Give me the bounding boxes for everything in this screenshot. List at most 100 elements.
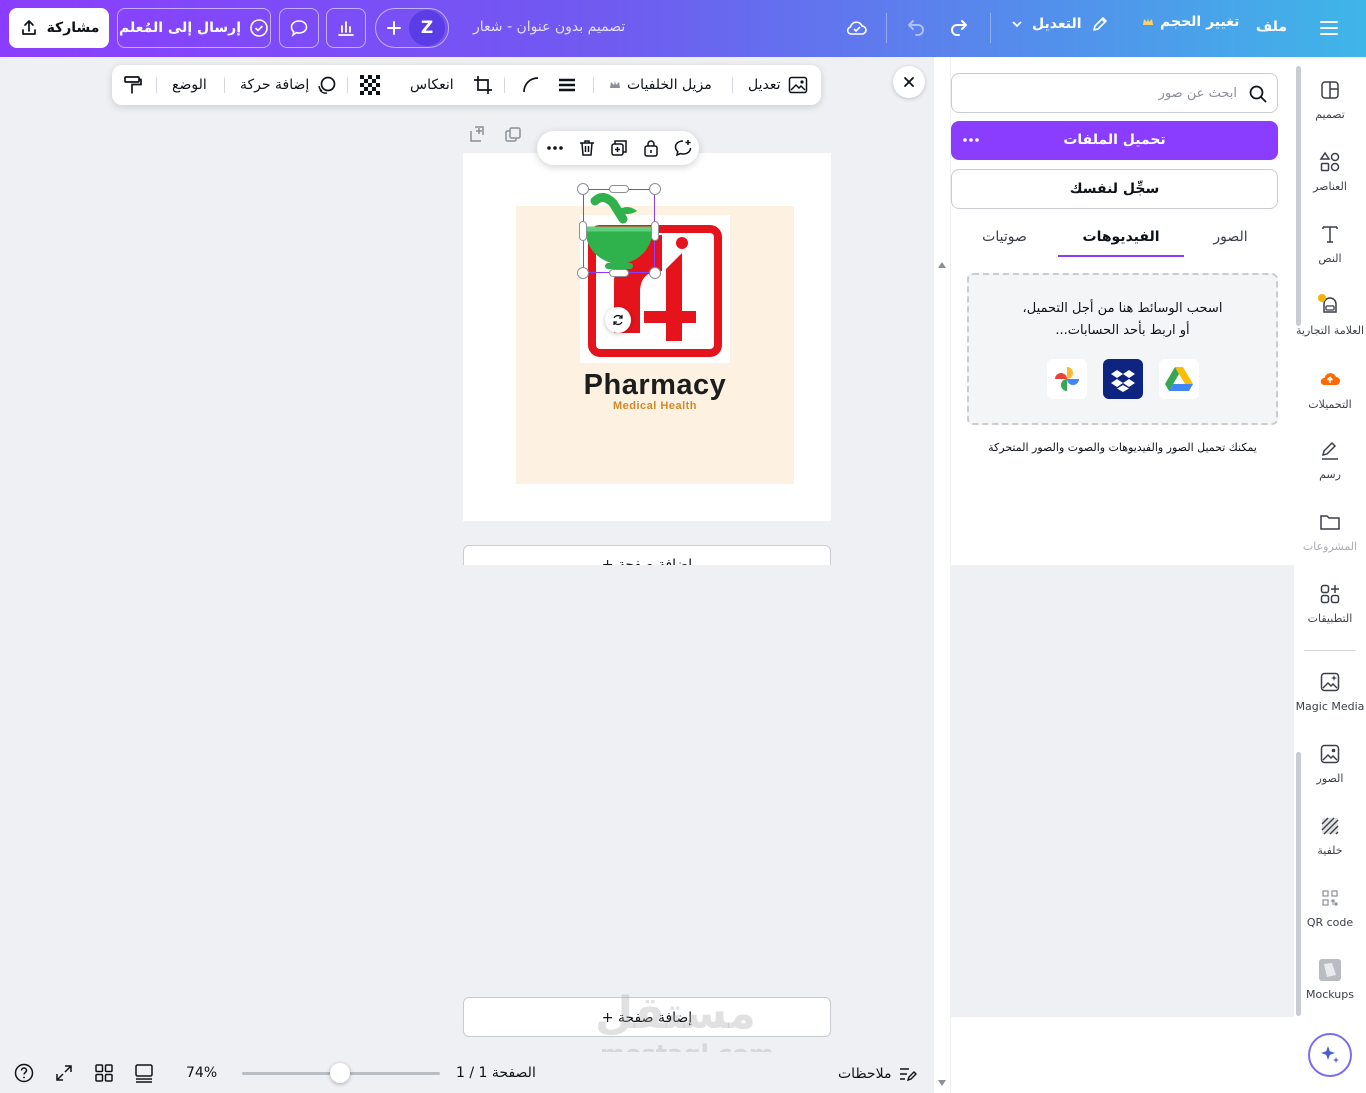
tagline[interactable]: Medical Health <box>463 400 847 412</box>
close-panel-button[interactable] <box>893 66 925 98</box>
uploads-panel: ابحث عن صور تحميل الملفات سجِّل لنفسك ال… <box>951 57 1294 565</box>
brand-name[interactable]: Pharmacy <box>463 369 847 402</box>
rail-item-7[interactable]: التطبيقات <box>1294 582 1366 625</box>
redo-icon[interactable] <box>948 16 972 40</box>
comment-button[interactable] <box>279 8 319 48</box>
edit-mode-button[interactable]: التعديل <box>1010 14 1110 34</box>
duplicate-icon[interactable] <box>609 138 629 158</box>
notes-button[interactable]: ملاحظات <box>838 1064 918 1084</box>
fullscreen-icon[interactable] <box>53 1062 75 1084</box>
rail-item-11[interactable]: QR code <box>1294 886 1366 929</box>
bar-chart-icon <box>336 18 356 38</box>
animate-button[interactable]: إضافة حركة <box>240 65 337 105</box>
record-yourself-button[interactable]: سجِّل لنفسك <box>951 169 1278 209</box>
resize-handle[interactable] <box>649 183 661 195</box>
trash-icon[interactable] <box>577 138 597 158</box>
plus-icon[interactable] <box>385 19 403 37</box>
rail-item-3[interactable]: العلامة التجارية <box>1294 294 1366 337</box>
corner-rounding-button[interactable] <box>520 65 542 105</box>
search-box[interactable]: ابحث عن صور <box>951 73 1278 113</box>
more-options-icon[interactable] <box>545 138 565 158</box>
document-title[interactable]: تصميم بدون عنوان - شعار <box>473 19 625 35</box>
background-icon <box>1318 814 1342 838</box>
crop-button[interactable] <box>472 65 494 105</box>
cloud-saved-icon <box>845 16 869 40</box>
divider <box>347 77 348 93</box>
scroll-down-arrow-icon[interactable] <box>938 1080 946 1086</box>
help-icon[interactable] <box>13 1062 35 1084</box>
rail-item-6[interactable]: المشروعات <box>1294 510 1366 553</box>
tab-images[interactable]: الصور <box>1183 229 1278 245</box>
rail-item-1[interactable]: العناصر <box>1294 150 1366 193</box>
position-button[interactable]: الوضع <box>172 65 207 105</box>
transparency-button[interactable] <box>360 65 380 105</box>
zoom-slider-thumb[interactable] <box>330 1063 350 1083</box>
resize-button[interactable]: تغيير الحجم <box>1142 14 1239 30</box>
page-indicator[interactable]: الصفحة 1 / 1 <box>456 1065 536 1081</box>
hamburger-menu-icon[interactable] <box>1318 17 1340 39</box>
resize-handle[interactable] <box>609 269 629 277</box>
paint-roller-icon <box>122 74 144 96</box>
panel-lower <box>951 1017 1294 1093</box>
border-style-button[interactable] <box>556 65 578 105</box>
rail-item-4[interactable]: التحميلات <box>1294 366 1366 411</box>
divider <box>156 77 157 93</box>
undo-icon[interactable] <box>903 16 927 40</box>
share-button[interactable]: مشاركة <box>9 8 109 48</box>
copy-style-button[interactable] <box>122 65 144 105</box>
lock-icon[interactable] <box>641 138 661 158</box>
tab-audio[interactable]: صوتيات <box>951 229 1058 245</box>
edit-mode-label: التعديل <box>1032 16 1082 32</box>
tab-videos[interactable]: الفيديوهات <box>1058 229 1184 245</box>
rail-item-0[interactable]: تصميم <box>1294 78 1366 121</box>
flip-button[interactable]: انعكاس <box>410 65 454 105</box>
resize-handle[interactable] <box>609 185 629 193</box>
divider <box>886 13 887 43</box>
insights-button[interactable] <box>326 8 366 48</box>
avatar[interactable]: Z <box>409 10 445 46</box>
grid-view-icon[interactable] <box>93 1062 115 1084</box>
resize-handle[interactable] <box>577 183 589 195</box>
zoom-level[interactable]: 74% <box>186 1065 217 1081</box>
canvas-scrollbar[interactable] <box>934 57 950 1093</box>
duplicate-page-icon[interactable] <box>503 125 523 145</box>
resize-handle[interactable] <box>579 221 587 241</box>
resize-handle[interactable] <box>649 267 661 279</box>
page-view-icon[interactable] <box>133 1062 155 1084</box>
dropbox-icon[interactable] <box>1103 359 1143 399</box>
resize-handle[interactable] <box>651 221 659 241</box>
dropzone[interactable]: اسحب الوسائط هنا من أجل التحميل، أو اربط… <box>967 273 1278 425</box>
magic-assistant-button[interactable] <box>1308 1033 1352 1077</box>
google-photos-icon[interactable] <box>1047 359 1087 399</box>
resize-handle[interactable] <box>577 267 589 279</box>
rail-item-9[interactable]: الصور <box>1294 742 1366 785</box>
bg-remover-button[interactable]: مزيل الخلفيات <box>609 65 712 105</box>
add-page-label: + إضافة صفحة <box>463 545 831 565</box>
google-drive-icon[interactable] <box>1159 359 1199 399</box>
rail-item-2[interactable]: النص <box>1294 222 1366 265</box>
edit-image-button[interactable]: تعديل <box>748 65 809 105</box>
divider <box>593 77 594 93</box>
dropzone-text-2: أو اربط بأحد الحسابات... <box>1055 323 1190 338</box>
rail-item-label: Magic Media <box>1295 700 1365 713</box>
rail-item-12[interactable]: Mockups <box>1294 958 1366 1001</box>
notes-icon <box>897 1064 918 1084</box>
edit-image-label: تعديل <box>748 77 781 93</box>
add-comment-icon[interactable] <box>673 138 693 158</box>
design-page[interactable]: Pharmacy Medical Health <box>463 153 831 521</box>
more-options-icon[interactable] <box>961 122 981 158</box>
transparency-checker-icon <box>360 75 380 95</box>
rail-item-8[interactable]: Magic Media <box>1294 670 1366 713</box>
close-icon <box>902 75 916 89</box>
rail-item-10[interactable]: خلفية <box>1294 814 1366 857</box>
rotate-handle[interactable] <box>605 307 631 333</box>
add-page-bar-top[interactable]: + إضافة صفحة <box>463 545 831 565</box>
search-input[interactable]: ابحث عن صور <box>1159 86 1237 101</box>
scroll-up-arrow-icon[interactable] <box>938 262 946 268</box>
file-menu[interactable]: ملف <box>1256 19 1287 35</box>
send-to-teacher-button[interactable]: إرسال إلى المُعلم <box>117 8 271 48</box>
upload-files-button[interactable]: تحميل الملفات <box>951 121 1278 160</box>
rail-item-5[interactable]: رسم <box>1294 438 1366 481</box>
add-page-icon[interactable] <box>467 125 487 145</box>
image-edit-icon <box>787 74 809 96</box>
